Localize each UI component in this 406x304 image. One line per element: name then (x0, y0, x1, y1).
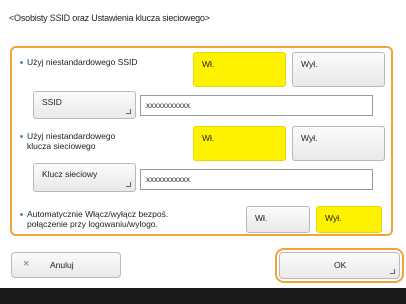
cancel-label: Anuluj (50, 260, 74, 270)
key-on-button[interactable]: Wł. (193, 126, 286, 161)
auto-on-button[interactable]: Wł. (246, 206, 310, 233)
ssid-off-button[interactable]: Wył. (292, 52, 385, 87)
page-title: <Osobisty SSID oraz Ustawienia klucza si… (9, 13, 210, 23)
bottom-status-bar (0, 288, 406, 304)
bullet-icon (20, 61, 23, 64)
resize-corner-icon (126, 109, 131, 114)
ssid-edit-button[interactable]: SSID (33, 91, 136, 119)
cancel-button[interactable]: × Anuluj (11, 252, 121, 278)
ssid-off-label: Wył. (301, 59, 318, 69)
ssid-value-field: xxxxxxxxxxx (140, 95, 373, 116)
key-off-label: Wył. (301, 133, 318, 143)
bullet-icon (20, 135, 23, 138)
ssid-setting-label: Użyj niestandardowego SSID (27, 57, 138, 67)
auto-off-label: Wył. (325, 213, 342, 223)
auto-setting-label-line1: Automatycznie Włącz/wyłącz bezpoś. (27, 209, 169, 219)
resize-corner-icon (126, 182, 131, 187)
ok-label: OK (334, 260, 347, 270)
ok-button[interactable]: OK (279, 252, 400, 279)
network-key-edit-button[interactable]: Klucz sieciowy (33, 163, 136, 192)
key-off-button[interactable]: Wył. (292, 126, 385, 161)
ssid-edit-label: SSID (42, 97, 62, 107)
network-key-edit-label: Klucz sieciowy (42, 169, 98, 179)
key-setting-label-line1: Użyj niestandardowego (27, 131, 116, 141)
resize-corner-icon (390, 269, 395, 274)
auto-setting-label-line2: połączenie przy logowaniu/wylogo. (27, 219, 158, 229)
key-setting-label-line2: klucza sieciowego (27, 141, 96, 151)
network-key-value-field: xxxxxxxxxxx (140, 169, 373, 190)
key-on-label: Wł. (202, 133, 215, 143)
auto-off-button[interactable]: Wył. (316, 206, 382, 233)
ssid-on-button[interactable]: Wł. (193, 52, 286, 87)
auto-on-label: Wł. (255, 213, 268, 223)
close-icon: × (23, 258, 30, 270)
bullet-icon (20, 213, 23, 216)
ssid-on-label: Wł. (202, 59, 215, 69)
